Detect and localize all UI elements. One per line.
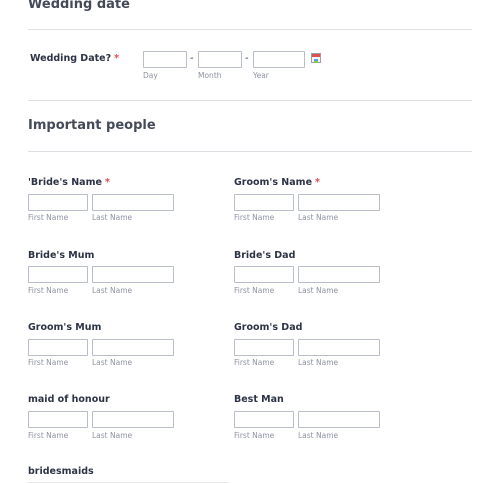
calendar-icon[interactable] <box>311 53 321 63</box>
bridesmaids-field-edge <box>28 482 228 483</box>
year-sublabel: Year <box>253 71 269 80</box>
last-name-sublabel: Last Name <box>298 431 339 440</box>
required-mark: * <box>104 177 110 188</box>
grooms-dad-last-input[interactable] <box>298 339 380 356</box>
maid-last-input[interactable] <box>92 411 174 428</box>
wedding-day-input[interactable] <box>143 51 187 68</box>
date-separator: - <box>190 53 194 64</box>
bride-name-label: 'Bride's Name * <box>28 177 110 188</box>
wedding-date-label: Wedding Date? * <box>30 53 120 64</box>
first-name-sublabel: First Name <box>28 286 69 295</box>
brides-mum-label: Bride's Mum <box>28 250 95 261</box>
people-section-title: Important people <box>28 118 156 133</box>
first-name-sublabel: First Name <box>28 431 69 440</box>
grooms-dad-label: Groom's Dad <box>234 322 303 333</box>
last-name-sublabel: Last Name <box>92 213 133 222</box>
groom-last-name-input[interactable] <box>298 194 380 211</box>
section-divider <box>28 151 472 152</box>
date-separator: - <box>245 53 249 64</box>
bride-first-name-input[interactable] <box>28 194 88 211</box>
bridesmaids-label: bridesmaids <box>28 466 94 477</box>
brides-dad-first-input[interactable] <box>234 266 294 283</box>
groom-name-label: Groom's Name * <box>234 177 320 188</box>
best-man-label: Best Man <box>234 394 284 405</box>
grooms-mum-last-input[interactable] <box>92 339 174 356</box>
wedding-month-input[interactable] <box>198 51 242 68</box>
required-mark: * <box>114 53 120 64</box>
wedding-year-input[interactable] <box>253 51 305 68</box>
first-name-sublabel: First Name <box>234 213 275 222</box>
brides-mum-last-input[interactable] <box>92 266 174 283</box>
bride-last-name-input[interactable] <box>92 194 174 211</box>
last-name-sublabel: Last Name <box>298 286 339 295</box>
last-name-sublabel: Last Name <box>298 358 339 367</box>
first-name-sublabel: First Name <box>234 358 275 367</box>
brides-dad-last-input[interactable] <box>298 266 380 283</box>
section-divider <box>28 29 472 30</box>
grooms-mum-label: Groom's Mum <box>28 322 102 333</box>
first-name-sublabel: First Name <box>28 358 69 367</box>
required-mark: * <box>315 177 320 188</box>
maid-first-input[interactable] <box>28 411 88 428</box>
maid-of-honour-label: maid of honour <box>28 394 110 405</box>
day-sublabel: Day <box>143 71 158 80</box>
last-name-sublabel: Last Name <box>298 213 339 222</box>
best-man-first-input[interactable] <box>234 411 294 428</box>
wedding-section-title: Wedding date <box>28 0 130 12</box>
first-name-sublabel: First Name <box>234 286 275 295</box>
best-man-last-input[interactable] <box>298 411 380 428</box>
section-divider <box>28 100 472 101</box>
last-name-sublabel: Last Name <box>92 431 133 440</box>
groom-first-name-input[interactable] <box>234 194 294 211</box>
last-name-sublabel: Last Name <box>92 286 133 295</box>
month-sublabel: Month <box>198 71 222 80</box>
first-name-sublabel: First Name <box>28 213 69 222</box>
first-name-sublabel: First Name <box>234 431 275 440</box>
last-name-sublabel: Last Name <box>92 358 133 367</box>
brides-mum-first-input[interactable] <box>28 266 88 283</box>
brides-dad-label: Bride's Dad <box>234 250 296 261</box>
grooms-mum-first-input[interactable] <box>28 339 88 356</box>
grooms-dad-first-input[interactable] <box>234 339 294 356</box>
